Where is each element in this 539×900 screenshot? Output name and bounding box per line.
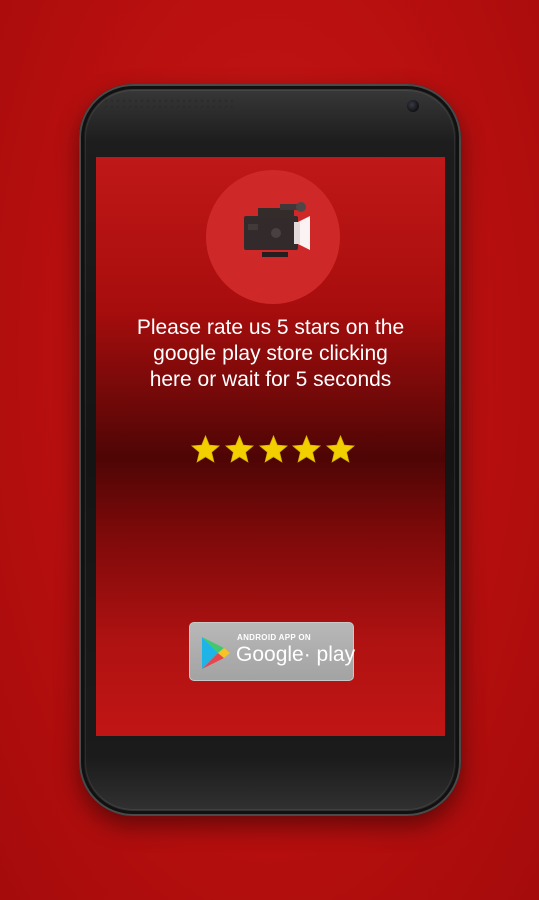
star-icon[interactable] <box>224 434 255 465</box>
star-rating[interactable] <box>190 434 356 470</box>
prompt-line-3: here or wait for 5 seconds <box>149 368 392 391</box>
rate-prompt[interactable]: Please rate us 5 stars on the google pla… <box>96 315 445 393</box>
star-icon[interactable] <box>190 434 221 465</box>
app-logo <box>206 170 340 304</box>
star-icon[interactable] <box>258 434 289 465</box>
star-icon[interactable] <box>291 434 322 465</box>
prompt-line-1: Please rate us 5 stars on the <box>136 316 405 339</box>
video-camera-icon <box>244 202 310 257</box>
front-camera <box>407 100 419 112</box>
store-screenshot: { "prompt": { "lines": [ "Please rate us… <box>0 0 539 900</box>
badge-small-text: ANDROID APP ON <box>237 633 311 642</box>
star-icon[interactable] <box>325 434 356 465</box>
prompt-line-2: google play store clicking <box>153 342 388 365</box>
app-screen: Please rate us 5 stars on the google pla… <box>96 157 445 736</box>
speaker-grille <box>103 98 233 110</box>
badge-big-text: Google· play <box>236 643 356 666</box>
phone-frame: Please rate us 5 stars on the google pla… <box>79 84 461 816</box>
google-play-badge[interactable]: ANDROID APP ON Google· play <box>189 622 356 681</box>
play-store-icon <box>202 637 230 669</box>
